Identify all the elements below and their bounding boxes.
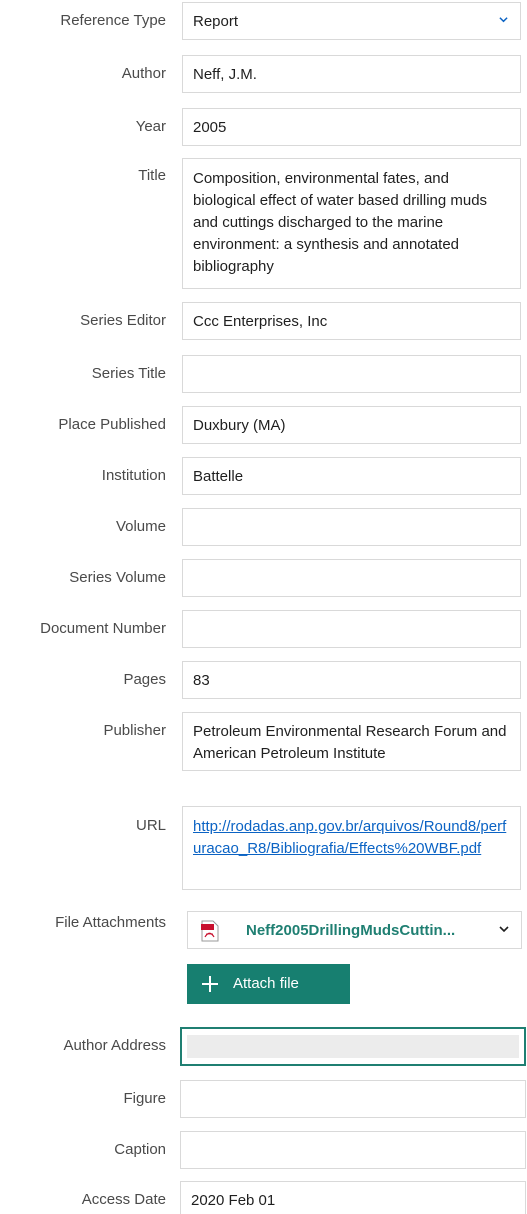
series-editor-field[interactable]: Ccc Enterprises, Inc [182, 302, 521, 340]
publisher-field[interactable]: Petroleum Environmental Research Forum a… [182, 712, 521, 771]
reference-form: Reference Type Report Author Neff, J.M. … [0, 0, 527, 1214]
attachment-filename: Neff2005DrillingMudsCuttin... [246, 922, 456, 939]
figure-field[interactable] [180, 1080, 526, 1118]
document-number-field[interactable] [182, 610, 521, 648]
chevron-down-icon [499, 17, 508, 23]
institution-label: Institution [101, 467, 166, 484]
attach-file-label: Attach file [233, 975, 299, 992]
pages-label: Pages [123, 671, 166, 688]
url-label: URL [135, 817, 166, 834]
author-address-field[interactable] [180, 1027, 526, 1066]
document-number-label: Document Number [40, 620, 166, 637]
url-link[interactable]: http://rodadas.anp.gov.br/arquivos/Round… [193, 818, 506, 857]
chevron-down-icon [499, 926, 509, 933]
attach-file-button[interactable]: Attach file [187, 964, 350, 1004]
title-field[interactable]: Composition, environmental fates, and bi… [182, 158, 521, 289]
volume-label: Volume [115, 518, 166, 535]
series-title-label: Series Title [91, 365, 166, 382]
place-published-field[interactable]: Duxbury (MA) [182, 406, 521, 444]
series-volume-field[interactable] [182, 559, 521, 597]
access-date-field[interactable]: 2020 Feb 01 [180, 1181, 526, 1214]
caption-field[interactable] [180, 1131, 526, 1169]
series-volume-label: Series Volume [69, 569, 166, 586]
series-title-field[interactable] [182, 355, 521, 393]
publisher-label: Publisher [103, 722, 166, 739]
url-field[interactable]: http://rodadas.anp.gov.br/arquivos/Round… [182, 806, 521, 890]
year-label: Year [135, 118, 166, 135]
institution-field[interactable]: Battelle [182, 457, 521, 495]
volume-field[interactable] [182, 508, 521, 546]
reference-type-select[interactable]: Report [182, 2, 521, 40]
author-label: Author [121, 65, 166, 82]
attachment-select[interactable]: Neff2005DrillingMudsCuttin... [187, 911, 522, 949]
caption-label: Caption [114, 1141, 166, 1158]
file-attachments-label: File Attachments [55, 914, 166, 931]
figure-label: Figure [123, 1090, 166, 1107]
pdf-file-icon [201, 920, 219, 942]
reference-type-label: Reference Type [60, 12, 166, 29]
year-field[interactable]: 2005 [182, 108, 521, 146]
author-address-input[interactable] [187, 1035, 519, 1058]
author-address-label: Author Address [63, 1037, 166, 1054]
reference-type-value: Report [193, 13, 239, 30]
series-editor-label: Series Editor [80, 312, 166, 329]
author-field[interactable]: Neff, J.M. [182, 55, 521, 93]
access-date-label: Access Date [81, 1191, 166, 1208]
title-label: Title [138, 167, 166, 184]
plus-icon [202, 976, 218, 992]
pages-field[interactable]: 83 [182, 661, 521, 699]
place-published-label: Place Published [58, 416, 166, 433]
